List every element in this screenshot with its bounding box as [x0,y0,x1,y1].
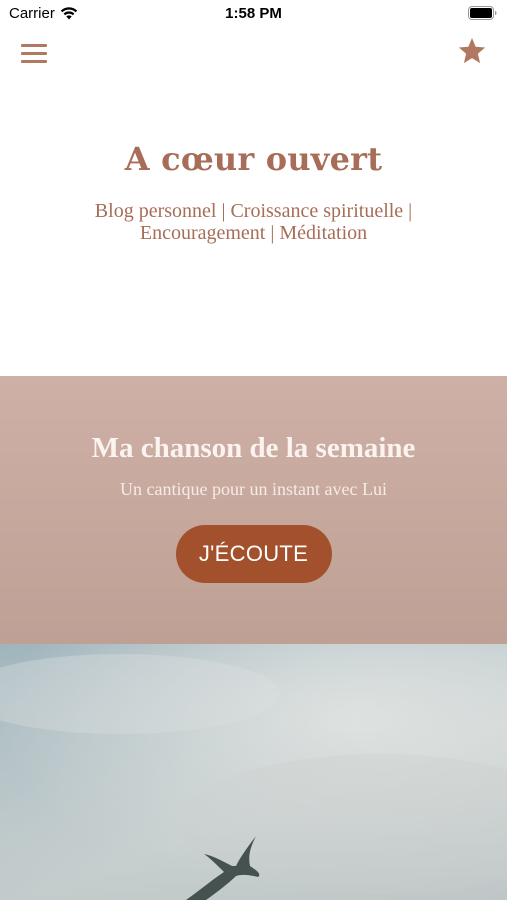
blog-header: A cœur ouvert Blog personnel | Croissanc… [0,140,507,244]
status-bar: Carrier 1:58 PM [0,0,507,28]
listen-button[interactable]: J'ÉCOUTE [175,525,332,583]
site-title: A cœur ouvert [124,140,383,178]
bird-in-sky-photo [0,644,507,900]
battery-icon [468,6,497,20]
nav-bar [0,36,507,72]
site-tagline: Blog personnel | Croissance spirituelle … [94,200,413,244]
song-section-subtitle: Un cantique pour un instant avec Lui [120,479,387,499]
status-time: 1:58 PM [225,5,282,22]
hamburger-menu-icon[interactable] [20,40,48,64]
song-of-week-banner: Ma chanson de la semaine Un cantique pou… [0,376,507,644]
song-section-title: Ma chanson de la semaine [91,432,416,464]
star-icon[interactable] [457,36,487,66]
